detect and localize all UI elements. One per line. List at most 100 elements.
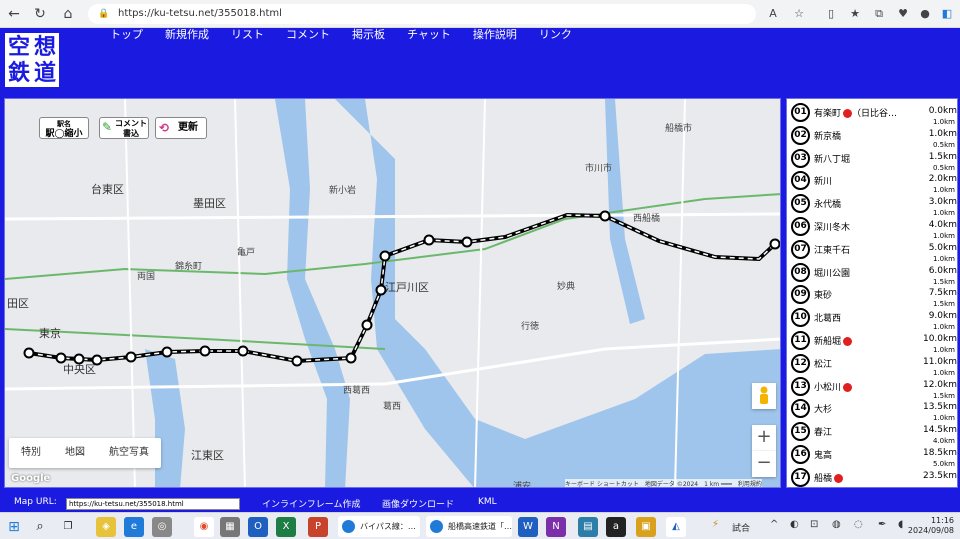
transfer-station-icon (834, 473, 844, 483)
station-name-extra: （日比谷… (852, 109, 898, 119)
route-station-marker (423, 234, 435, 246)
station-number-badge: 08 (791, 262, 810, 282)
station-distance: 18.5km (922, 448, 957, 458)
route-station-marker (461, 236, 473, 248)
comment-write-button[interactable]: ✎ コメント書込 (99, 117, 149, 139)
route-station-marker (769, 238, 780, 250)
volume-icon[interactable]: ◖ (898, 519, 903, 530)
profile-icon[interactable]: ● (916, 5, 934, 23)
copilot-icon[interactable]: ◭ (666, 517, 686, 537)
site-logo[interactable]: 空 想 鉄 道 (4, 32, 60, 88)
logo-char: 鉄 (8, 60, 31, 86)
nav-new[interactable]: 新規作成 (165, 28, 209, 48)
edge-window-icon (342, 520, 355, 533)
weather-text[interactable]: 試合 (732, 521, 750, 534)
image-download-link[interactable]: 画像ダウンロード (382, 497, 454, 510)
tray-app-icon[interactable]: ◐ (790, 519, 799, 530)
map-type-satellite[interactable]: 航空写真 (97, 438, 161, 468)
station-row[interactable]: 17 船橋 23.5km (787, 466, 957, 487)
app3-icon[interactable]: ▣ (636, 517, 656, 537)
kml-link[interactable]: KML (478, 497, 497, 507)
street-view-pegman-icon[interactable] (752, 383, 776, 409)
windows-start-icon[interactable]: ⊞ (4, 517, 24, 537)
station-name: 北葛西 (814, 311, 841, 324)
edge-app-icon[interactable]: e (124, 517, 144, 537)
map-type-special[interactable]: 特別 (9, 438, 53, 468)
station-name-text: 北葛西 (814, 314, 842, 325)
tray-chevron-icon[interactable]: ^ (770, 519, 778, 530)
edge-window-icon (430, 520, 443, 533)
station-name: 江東千石 (814, 243, 850, 256)
app-icon[interactable]: ◎ (152, 517, 172, 537)
split-screen-icon[interactable]: ▯ (822, 5, 840, 23)
refresh-icon: ⟲ (159, 121, 170, 135)
weather-icon[interactable]: ⚡ (712, 519, 719, 530)
map-type-road[interactable]: 地図 (53, 438, 97, 468)
route-map[interactable]: 台東区 墨田区 東京 中央区 江戸川区 江東区 田区 市川市 船橋市 西葛西 葛… (4, 98, 781, 488)
station-distance: 1.0km (928, 128, 957, 139)
station-number-badge: 01 (791, 103, 810, 122)
transfer-station-icon (843, 109, 853, 118)
widgets-icon[interactable]: ◈ (96, 517, 116, 537)
update-button[interactable]: ⟲ 更新 (155, 117, 207, 139)
nav-help[interactable]: 操作説明 (473, 28, 517, 48)
chrome-icon[interactable]: ◉ (194, 517, 214, 537)
amazon-icon[interactable]: a (606, 517, 626, 537)
station-number-badge: 07 (791, 239, 810, 259)
zoom-in-button[interactable]: + (752, 425, 776, 451)
word-icon[interactable]: W (518, 517, 538, 537)
nav-comment[interactable]: コメント (286, 28, 330, 48)
map-label-ichikawa: 市川市 (585, 164, 613, 174)
station-name: 堀川公園 (814, 266, 850, 279)
iframe-create-link[interactable]: インラインフレーム作成 (262, 497, 360, 510)
taskbar-clock[interactable]: 11:16 2024/09/08 (908, 516, 954, 536)
favorite-star-icon[interactable]: ☆ (790, 5, 808, 23)
nav-list[interactable]: リスト (231, 28, 264, 48)
comment-write-text: コメント書込 (115, 119, 147, 138)
powerpoint-icon[interactable]: P (308, 517, 328, 537)
extensions-icon[interactable]: ♥ (894, 5, 912, 23)
map-label-taito: 台東区 (91, 183, 124, 196)
taskbar-window-bypass[interactable]: バイパス線：… (338, 516, 420, 537)
map-label-den: 田区 (7, 297, 29, 310)
tray-ime-icon[interactable]: ⊡ (810, 519, 818, 530)
edge-copilot-icon[interactable]: ◧ (938, 5, 956, 23)
nav-chat[interactable]: チャット (407, 28, 451, 48)
station-label-toggle-button[interactable]: 駅名 駅◯縮小 (39, 117, 89, 139)
zoom-out-button[interactable]: − (752, 451, 776, 477)
taskbar-window-funabashi[interactable]: 船橋高速鉄道「… (426, 516, 512, 537)
address-bar[interactable]: 🔒 https://ku-tetsu.net/355018.html (88, 4, 756, 24)
home-icon[interactable]: ⌂ (58, 4, 78, 24)
station-name: 新八丁堀 (814, 152, 850, 165)
station-name: 有楽町 （日比谷… (814, 106, 897, 119)
outlook-icon[interactable]: O (248, 517, 268, 537)
map-label-funabashi: 船橋市 (665, 124, 693, 134)
station-name-text: 春江 (814, 428, 833, 439)
map-url-field[interactable]: https://ku-tetsu.net/355018.html (66, 498, 240, 510)
read-aloud-icon[interactable]: A (764, 5, 782, 23)
store-icon[interactable]: ▦ (220, 517, 240, 537)
excel-icon[interactable]: X (276, 517, 296, 537)
station-number-badge: 17 (791, 467, 810, 487)
app2-icon[interactable]: ▤ (578, 517, 598, 537)
search-icon[interactable]: ⌕ (30, 517, 50, 537)
tray-notify-icon[interactable]: ◌ (854, 519, 863, 530)
reload-icon[interactable]: ↻ (30, 4, 50, 24)
onenote-icon[interactable]: N (546, 517, 566, 537)
map-attribution[interactable]: キーボード ショートカット 地図データ ©2024 1 km ━━━ 利用規約 (565, 479, 762, 487)
station-distance: 3.0km (928, 197, 957, 208)
tray-chat-icon[interactable]: ◍ (832, 519, 841, 530)
windows-taskbar: ⊞ ⌕ ❐ ◈ e ◎ ◉ ▦ O X P バイパス線：… 船橋高速鉄道「… W… (0, 512, 960, 539)
task-view-icon[interactable]: ❐ (58, 517, 78, 537)
station-name-text: 深川冬木 (814, 223, 851, 233)
station-distance: 0.0km (928, 106, 957, 116)
collections-icon[interactable]: ⧉ (870, 5, 888, 23)
address-url: https://ku-tetsu.net/355018.html (118, 8, 282, 19)
back-icon[interactable]: ← (4, 4, 24, 24)
route-station-marker (125, 351, 137, 363)
nav-board[interactable]: 掲示板 (352, 28, 385, 48)
nav-links[interactable]: リンク (539, 28, 572, 48)
favorites-icon[interactable]: ★ (846, 5, 864, 23)
nav-top[interactable]: トップ (110, 28, 143, 48)
pen-icon[interactable]: ✒ (878, 519, 886, 530)
